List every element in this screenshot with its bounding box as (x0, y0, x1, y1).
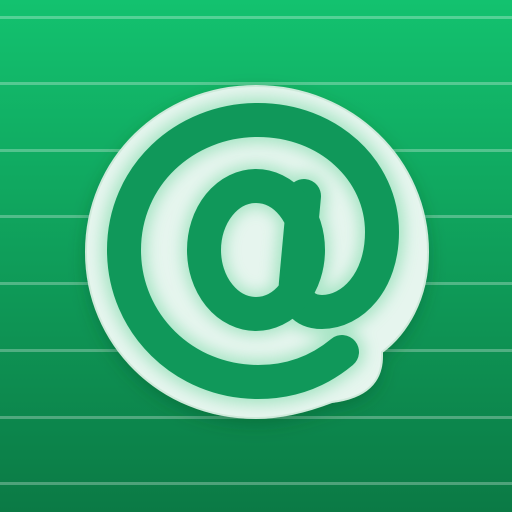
at-sign-icon (84, 84, 430, 420)
app-icon[interactable] (0, 0, 512, 512)
